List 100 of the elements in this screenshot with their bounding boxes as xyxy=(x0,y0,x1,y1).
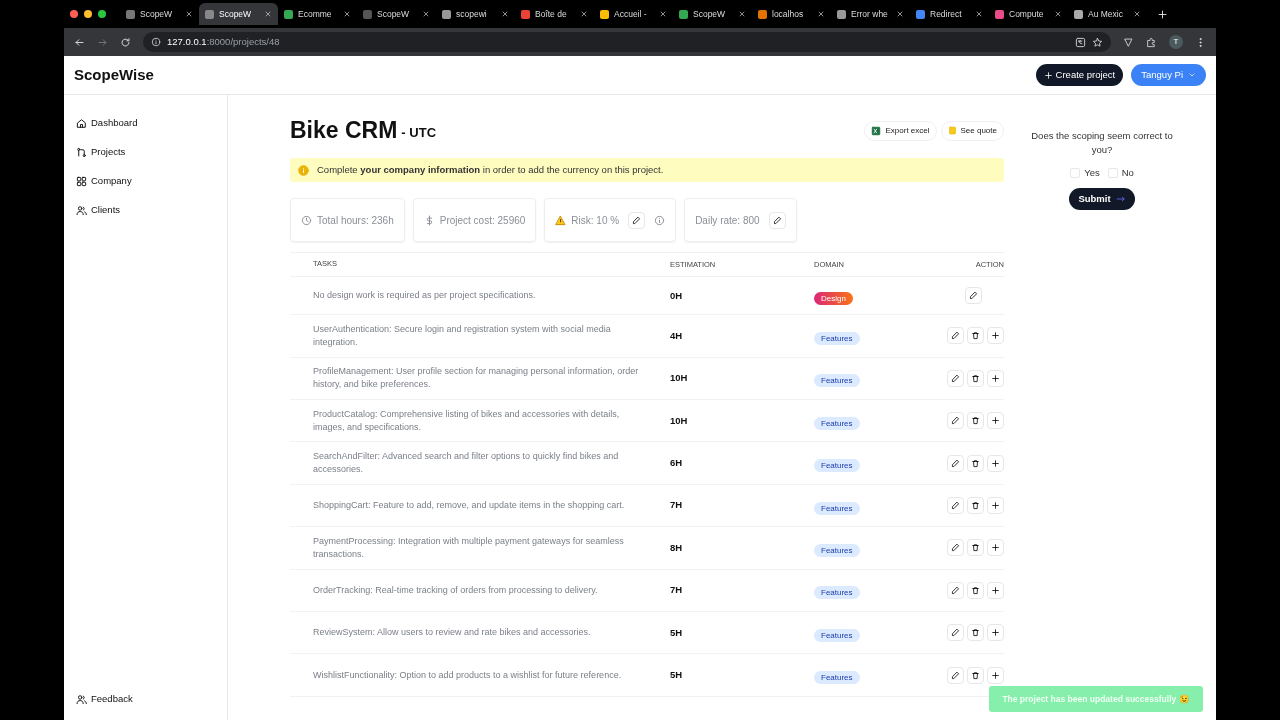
checkbox[interactable] xyxy=(1107,167,1118,178)
new-tab-icon[interactable] xyxy=(1157,8,1168,20)
delete-button[interactable] xyxy=(967,666,984,684)
edit-button[interactable] xyxy=(947,666,964,684)
shield-icon[interactable] xyxy=(1123,36,1134,48)
browser-tab[interactable]: Accueil - xyxy=(594,3,673,25)
close-icon[interactable] xyxy=(422,10,430,18)
browser-tab[interactable]: Au Mexic xyxy=(1068,3,1147,25)
edit-button[interactable] xyxy=(947,369,964,387)
browser-tab[interactable]: ScopeW xyxy=(199,3,278,25)
close-icon[interactable] xyxy=(501,10,509,18)
back-icon[interactable] xyxy=(74,36,85,48)
browser-tab[interactable]: Redirect xyxy=(910,3,989,25)
delete-button[interactable] xyxy=(967,454,984,472)
sidebar-item[interactable]: Dashboard xyxy=(76,109,215,138)
edit-button[interactable] xyxy=(947,454,964,472)
edit-button[interactable] xyxy=(965,287,982,305)
add-button[interactable] xyxy=(987,369,1004,387)
close-icon[interactable] xyxy=(659,10,667,18)
close-icon[interactable] xyxy=(738,10,746,18)
star-icon[interactable] xyxy=(1092,36,1103,48)
sidebar-item[interactable]: Clients xyxy=(76,196,215,225)
favicon-icon xyxy=(837,9,846,19)
close-icon[interactable] xyxy=(264,10,272,18)
add-button[interactable] xyxy=(987,539,1004,557)
timezone-label: - UTC xyxy=(401,123,437,142)
browser-tab[interactable]: localhos xyxy=(752,3,831,25)
translate-icon[interactable] xyxy=(1075,36,1086,48)
browser-tab[interactable]: Boîte de xyxy=(515,3,594,25)
delete-button[interactable] xyxy=(967,412,984,430)
checkbox[interactable] xyxy=(1070,167,1081,178)
reload-icon[interactable] xyxy=(120,36,131,48)
delete-button[interactable] xyxy=(967,327,984,345)
browser-tab[interactable]: Compute xyxy=(989,3,1068,25)
puzzle-icon[interactable] xyxy=(1146,36,1157,48)
profile-avatar[interactable]: T xyxy=(1169,35,1183,49)
close-icon[interactable] xyxy=(817,10,825,18)
trash-icon xyxy=(971,331,980,341)
favicon-icon xyxy=(205,9,214,19)
trash-icon xyxy=(971,670,980,680)
browser-tab[interactable]: scopewi xyxy=(436,3,515,25)
delete-button[interactable] xyxy=(967,624,984,642)
add-button[interactable] xyxy=(987,666,1004,684)
delete-button[interactable] xyxy=(967,539,984,557)
browser-tab[interactable]: Ecomme xyxy=(278,3,357,25)
branch-icon xyxy=(76,147,87,158)
close-icon[interactable] xyxy=(1133,10,1141,18)
add-button[interactable] xyxy=(987,454,1004,472)
close-icon[interactable] xyxy=(185,10,193,18)
estimate-cell-text: 5H xyxy=(670,667,684,682)
browser-tab[interactable]: ScopeW xyxy=(673,3,752,25)
app-logo[interactable]: ScopeWise xyxy=(74,63,154,87)
edit-button[interactable] xyxy=(947,539,964,557)
browser-tab[interactable]: ScopeW xyxy=(357,3,436,25)
add-button[interactable] xyxy=(987,327,1004,345)
submit-button[interactable]: Submit xyxy=(1069,187,1135,210)
stat-text: Project cost: 25960 xyxy=(439,213,526,228)
info-icon[interactable] xyxy=(654,214,666,226)
close-icon[interactable] xyxy=(975,10,983,18)
forward-icon[interactable] xyxy=(97,36,108,48)
domain-tag: Features xyxy=(814,374,860,388)
add-button[interactable] xyxy=(987,412,1004,430)
pencil-icon xyxy=(951,543,960,553)
edit-button[interactable] xyxy=(628,211,646,229)
caret-icon xyxy=(1188,71,1196,79)
clock-icon xyxy=(301,214,312,226)
favicon-icon xyxy=(363,9,372,19)
feedback-link[interactable]: Feedback xyxy=(76,685,215,714)
export-button[interactable]: Export excel xyxy=(864,120,937,141)
close-icon[interactable] xyxy=(580,10,588,18)
domain-tag: Features xyxy=(814,671,860,685)
edit-button[interactable] xyxy=(768,211,786,229)
edit-button[interactable] xyxy=(947,581,964,599)
edit-button[interactable] xyxy=(947,497,964,514)
delete-button[interactable] xyxy=(967,497,984,514)
user-menu-button[interactable]: Tanguy Pi xyxy=(1131,63,1206,87)
sidebar-item[interactable]: Company xyxy=(76,167,215,196)
quote-button[interactable]: See quote xyxy=(940,120,1004,141)
estimate-cell-text: 10H xyxy=(670,413,689,428)
trash-icon xyxy=(971,543,980,553)
plus-icon xyxy=(991,585,1000,595)
sidebar-item[interactable]: Projects xyxy=(76,138,215,167)
project-title: Bike CRM xyxy=(290,119,398,142)
delete-button[interactable] xyxy=(967,369,984,387)
close-icon[interactable] xyxy=(343,10,351,18)
add-button[interactable] xyxy=(987,497,1004,514)
create-project-button[interactable]: Create project xyxy=(1035,63,1124,87)
add-button[interactable] xyxy=(987,624,1004,642)
feedback-question: Does the scoping seem correct to you? xyxy=(1030,129,1174,158)
delete-button[interactable] xyxy=(967,581,984,599)
edit-button[interactable] xyxy=(947,412,964,430)
edit-button[interactable] xyxy=(947,624,964,642)
edit-button[interactable] xyxy=(947,327,964,345)
add-button[interactable] xyxy=(987,581,1004,599)
browser-tab[interactable]: Error whe xyxy=(831,3,910,25)
browser-tab[interactable]: ScopeW xyxy=(120,3,199,25)
close-icon[interactable] xyxy=(1054,10,1062,18)
domain-tag: Features xyxy=(814,459,860,473)
address-field[interactable]: 127.0.0.1:8000/projects/48 xyxy=(143,32,1111,52)
close-icon[interactable] xyxy=(896,10,904,18)
